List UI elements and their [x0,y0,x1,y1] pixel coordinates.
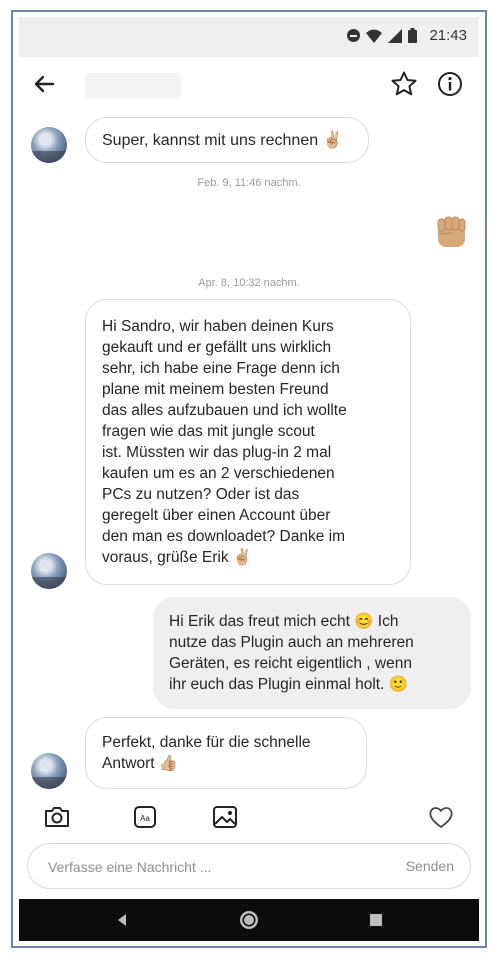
sticker-icon[interactable]: Aa [131,803,159,831]
send-button[interactable]: Senden [406,858,454,874]
message-line: Antwort 👍🏼 [102,755,179,772]
message-line: kaufen um es an 2 verschiedenen [102,465,335,482]
screenshot-frame: 21:43 Super, kannst mit uns rechnen ✌🏼 F… [11,10,487,948]
system-nav-bar [19,899,479,941]
contact-name[interactable] [85,73,181,99]
message-line: ihr euch das Plugin einmal holt. 🙂 [169,676,409,693]
status-icons: 21:43 [347,27,467,44]
heart-icon[interactable] [427,803,455,831]
battery-icon [408,28,418,43]
message-line: voraus, grüße Erik ✌🏼 [102,549,253,566]
nav-home-icon[interactable] [238,909,260,931]
message-outgoing-emoji[interactable] [433,213,469,249]
nav-back-icon[interactable] [111,909,133,931]
message-line: plane mit meinem besten Freund [102,381,329,398]
chat-header [19,57,479,111]
avatar [31,127,67,163]
message-line: PCs zu nutzen? Oder ist das [102,486,300,503]
star-icon[interactable] [389,69,419,99]
message-timestamp: Apr. 8, 10:32 nachm. [198,277,300,289]
status-time: 21:43 [429,27,467,44]
message-input[interactable] [46,854,370,880]
signal-icon [388,28,403,43]
message-line: Geräten, es reicht eigentlich , wenn [169,655,412,672]
message-line: Perfekt, danke für die schnelle [102,734,311,751]
message-line: sehr, ich habe eine Frage denn ich [102,360,340,377]
arrow-left-icon[interactable] [29,69,59,99]
message-line: den man es downloadet? Danke im [102,528,345,545]
message-line: Hi Sandro, wir haben deinen Kurs [102,318,334,335]
phone-screen: 21:43 Super, kannst mit uns rechnen ✌🏼 F… [19,17,479,941]
status-bar: 21:43 [19,17,479,57]
message-list: Super, kannst mit uns rechnen ✌🏼 Feb. 9,… [19,111,479,791]
info-icon[interactable] [435,69,465,99]
avatar [31,553,67,589]
message-line: ist. Müssten wir das plug-in 2 mal [102,444,332,461]
message-text: Super, kannst mit uns rechnen ✌🏼 [102,132,343,149]
message-timestamp: Feb. 9, 11:46 nachm. [197,177,301,189]
message-incoming[interactable]: Super, kannst mit uns rechnen ✌🏼 [85,117,369,163]
message-incoming[interactable]: Hi Sandro, wir haben deinen Kurs gekauft… [85,299,411,585]
avatar [31,753,67,789]
camera-icon[interactable] [43,803,71,831]
svg-text:Aa: Aa [140,814,150,823]
wifi-icon [366,29,383,43]
message-outgoing[interactable]: Hi Erik das freut mich echt 😊 Ich nutze … [153,597,471,709]
message-composer: Senden [27,843,471,889]
message-line: das alles aufzubauen und ich wollte [102,402,347,419]
message-line: geregelt über einen Account über [102,507,331,524]
gallery-icon[interactable] [211,803,239,831]
message-line: fragen wie das mit jungle scout [102,423,315,440]
message-line: gekauft und er gefällt uns wirklich [102,339,332,356]
message-incoming[interactable]: Perfekt, danke für die schnelle Antwort … [85,717,367,789]
media-actions: Aa [19,797,479,837]
do-not-disturb-icon [347,29,361,42]
message-line: Hi Erik das freut mich echt 😊 Ich [169,613,399,630]
raised-fist-icon [437,216,466,247]
message-line: nutze das Plugin auch an mehreren [169,634,414,651]
nav-recents-icon[interactable] [365,909,387,931]
